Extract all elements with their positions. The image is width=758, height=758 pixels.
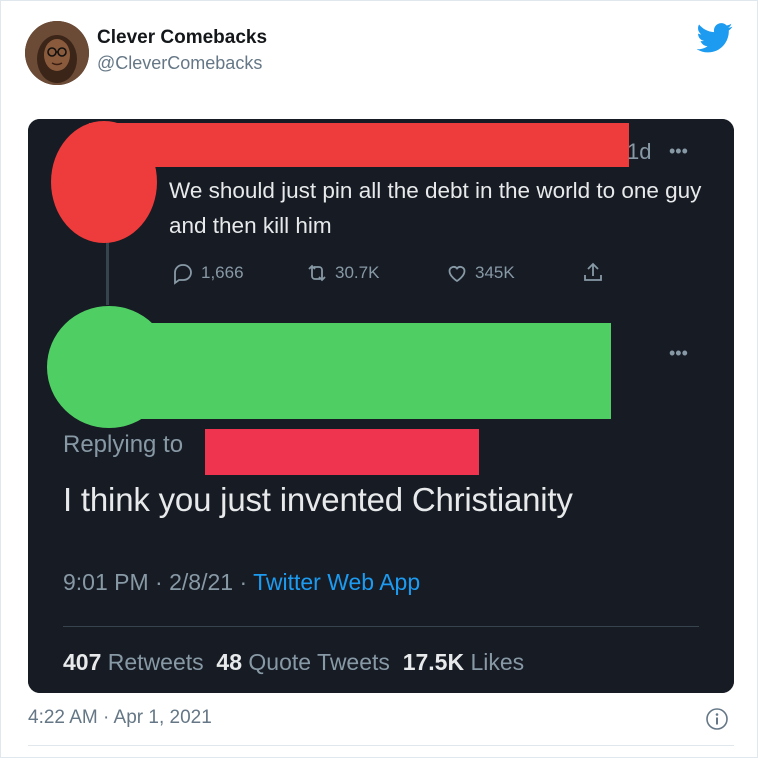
reply-action: 1,666 [171,261,244,285]
more-horizontal-icon: ••• [669,343,688,363]
twitter-bird-icon[interactable] [697,23,733,53]
quote-tweets-count: 48 [216,649,243,675]
likes-label: Likes [470,649,525,675]
thread-connector-line [106,239,109,305]
reply-date: 2/8/21 [169,569,234,595]
like-action: 345K [445,261,515,285]
share-action [581,261,605,285]
author-display-name[interactable]: Clever Comebacks [97,27,267,49]
retweet-icon [308,264,326,282]
tweet-timestamp-link[interactable]: 4:22 AM · Apr 1, 2021 [28,707,212,729]
original-tweet-time-ago: 1d [627,139,652,164]
reply-timestamp: 9:01 PM · 2/8/21 · Twitter Web App [63,569,421,595]
redacted-username-red [89,123,629,167]
reply-count: 1,666 [201,263,244,282]
quote-tweets-label: Quote Tweets [248,649,390,675]
share-icon [584,262,602,281]
redacted-username-green [141,323,611,419]
avatar[interactable] [25,21,89,85]
retweets-count: 407 [63,649,102,675]
footer-divider [28,745,734,746]
heart-icon [448,266,466,283]
author-handle[interactable]: @CleverComebacks [97,53,262,74]
info-icon[interactable] [705,707,729,731]
likes-count: 17.5K [402,649,465,675]
original-tweet-text: We should just pin all the debt in the w… [169,178,702,238]
reply-stats: 407 Retweets 48 Quote Tweets 17.5K Likes [63,649,524,676]
like-count: 345K [475,263,515,282]
stats-divider [63,626,699,627]
embedded-tweet-card: Clever Comebacks @CleverComebacks 1d •••… [0,0,758,758]
retweet-action: 30.7K [305,261,379,285]
reply-source-app: Twitter Web App [253,569,421,595]
reply-time: 9:01 PM [63,569,149,595]
redacted-replying-to-handle [205,429,479,475]
retweets-label: Retweets [107,649,204,675]
more-horizontal-icon: ••• [669,141,688,161]
reply-tweet-text: I think you just invented Christianity [63,481,573,518]
retweet-count: 30.7K [335,263,380,282]
replying-to-label: Replying to [63,431,184,458]
reply-icon [174,264,192,285]
